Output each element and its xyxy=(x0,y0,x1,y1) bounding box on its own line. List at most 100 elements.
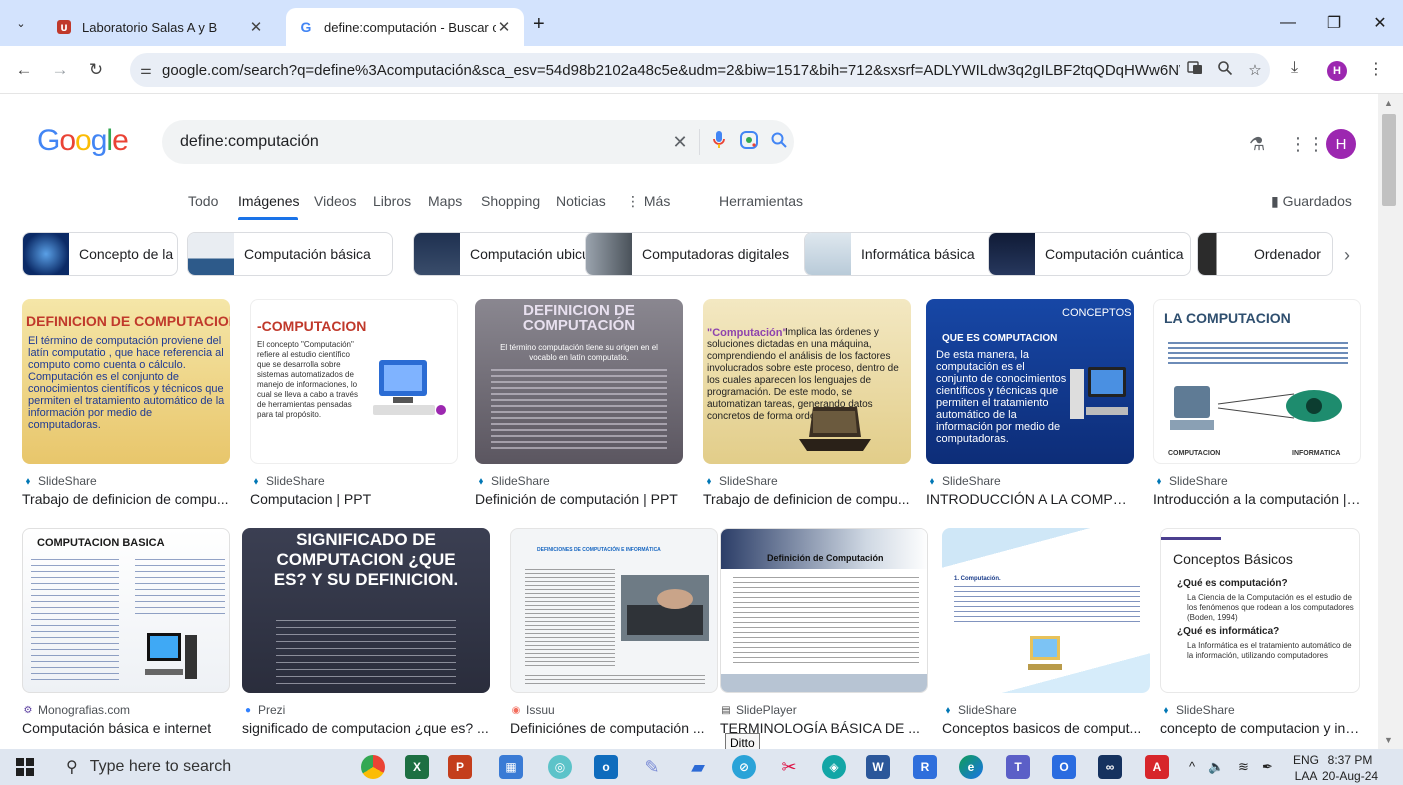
outlook-icon[interactable]: o xyxy=(594,755,618,779)
tab-mas[interactable]: ⋮ Más xyxy=(626,193,670,210)
tab-videos[interactable]: Videos xyxy=(314,193,357,209)
microphone-icon[interactable] xyxy=(704,130,734,155)
result-title[interactable]: concepto de computacion y inf... xyxy=(1160,720,1360,736)
zoom-icon[interactable] xyxy=(1210,60,1240,80)
result-title[interactable]: significado de computacion ¿que es? ... xyxy=(242,720,490,736)
image-result[interactable]: DEFINICIONES DE COMPUTACIÓN E INFORMÁTIC… xyxy=(510,528,718,736)
zoom-app-icon[interactable]: ∞ xyxy=(1098,755,1122,779)
address-bar[interactable]: ⚌ google.com/search?q=define%3Acomputaci… xyxy=(130,53,1270,87)
wifi-icon[interactable]: ≋ xyxy=(1238,759,1249,775)
result-title[interactable]: Trabajo de definicion de compu... xyxy=(22,491,230,507)
url-text[interactable]: google.com/search?q=define%3Acomputación… xyxy=(162,62,1180,79)
back-button[interactable]: ← xyxy=(14,60,34,80)
download-icon[interactable]: ⤓ xyxy=(1291,59,1298,77)
powerpoint-icon[interactable]: P xyxy=(448,755,472,779)
paint-icon[interactable]: ✎ xyxy=(640,755,664,779)
search-box[interactable]: define:computación ✕ xyxy=(162,120,794,164)
search-input[interactable]: define:computación xyxy=(180,133,665,151)
image-result[interactable]: DEFINICION DE COMPUTACION El término de … xyxy=(22,299,230,507)
word-icon[interactable]: W xyxy=(866,755,890,779)
tab-search-button[interactable]: ⌄ xyxy=(10,12,32,34)
tools-button[interactable]: Herramientas xyxy=(719,193,803,209)
tab-laboratorio[interactable]: U Laboratorio Salas A y B ✕ xyxy=(44,8,276,46)
labs-flask-icon[interactable]: ⚗ xyxy=(1249,134,1265,155)
outlook-2-icon[interactable]: O xyxy=(1052,755,1076,779)
result-title[interactable]: Computación básica e internet xyxy=(22,720,230,736)
result-title[interactable]: Computacion | PPT xyxy=(250,491,458,507)
menu-kebab-icon[interactable]: ⋮ xyxy=(1368,59,1384,79)
tab-imagenes[interactable]: Imágenes xyxy=(238,193,299,209)
account-avatar[interactable]: H xyxy=(1326,129,1356,159)
page-scrollbar[interactable]: ▲ ▼ xyxy=(1378,94,1403,749)
close-tab-icon[interactable]: ✕ xyxy=(496,18,512,36)
result-thumbnail[interactable]: DEFINICION DE COMPUTACIÓN El término com… xyxy=(475,299,683,464)
site-info-icon[interactable]: ⚌ xyxy=(130,62,162,78)
reload-button[interactable]: ↻ xyxy=(86,60,106,80)
result-title[interactable]: Introducción a la computación | ... xyxy=(1153,491,1361,507)
chip-computacion-basica[interactable]: Computación básica xyxy=(187,232,393,276)
new-tab-button[interactable]: + xyxy=(533,13,545,36)
result-thumbnail[interactable]: 1. Computación. xyxy=(942,528,1150,693)
result-thumbnail[interactable]: Definición de Computación xyxy=(720,528,928,693)
image-result[interactable]: "Computación" Implica las órdenes y solu… xyxy=(703,299,911,507)
result-thumbnail[interactable]: -COMPUTACION El concepto "Computación" r… xyxy=(250,299,458,464)
tab-noticias[interactable]: Noticias xyxy=(556,193,606,209)
scroll-up-icon[interactable]: ▲ xyxy=(1384,98,1393,108)
tab-libros[interactable]: Libros xyxy=(373,193,411,209)
image-result[interactable]: Conceptos Básicos ¿Qué es computación? L… xyxy=(1160,528,1360,736)
scroll-down-icon[interactable]: ▼ xyxy=(1384,735,1393,745)
result-title[interactable]: Definición de computación | PPT xyxy=(475,491,683,507)
pen-icon[interactable]: ▰ xyxy=(686,755,710,779)
result-title[interactable]: Trabajo de definicion de compu... xyxy=(703,491,911,507)
chip-computadoras-digitales[interactable]: Computadoras digitales xyxy=(585,232,816,276)
chat-icon[interactable]: ◎ xyxy=(548,755,572,779)
calendar-icon[interactable]: ▦ xyxy=(499,755,523,779)
excel-icon[interactable]: X xyxy=(405,755,429,779)
result-thumbnail[interactable]: LA COMPUTACION COMPUTACION INFORMATICA xyxy=(1153,299,1361,464)
teams-icon[interactable]: T xyxy=(1006,755,1030,779)
close-tab-icon[interactable]: ✕ xyxy=(248,18,264,36)
taskbar-search[interactable]: ⚲ Type here to search xyxy=(52,752,356,782)
language-indicator[interactable]: ENG LAA xyxy=(1293,752,1319,784)
result-title[interactable]: INTRODUCCIÓN A LA COMPU... xyxy=(926,491,1134,507)
result-thumbnail[interactable]: DEFINICION DE COMPUTACION El término de … xyxy=(22,299,230,464)
result-thumbnail[interactable]: "Computación" Implica las órdenes y solu… xyxy=(703,299,911,464)
chip-concepto[interactable]: Concepto de la xyxy=(22,232,178,276)
saved-button[interactable]: ▮ Guardados xyxy=(1271,193,1352,210)
chevron-right-icon[interactable]: › xyxy=(1344,245,1350,266)
profile-avatar[interactable]: H xyxy=(1327,61,1347,81)
search-icon[interactable] xyxy=(764,131,794,154)
result-thumbnail[interactable]: SIGNIFICADO DE COMPUTACION ¿QUE ES? Y SU… xyxy=(242,528,490,693)
bookmark-star-icon[interactable]: ☆ xyxy=(1240,61,1270,79)
tab-todo[interactable]: Todo xyxy=(188,193,218,209)
tray-overflow-icon[interactable]: ^ xyxy=(1189,759,1195,774)
image-result[interactable]: -COMPUTACION El concepto "Computación" r… xyxy=(250,299,458,507)
clock[interactable]: 8:37 PM 20-Aug-24 xyxy=(1322,752,1378,784)
result-thumbnail[interactable]: CONCEPTOS QUE ES COMPUTACION De esta man… xyxy=(926,299,1134,464)
image-result[interactable]: DEFINICION DE COMPUTACIÓN El término com… xyxy=(475,299,683,507)
result-thumbnail[interactable]: COMPUTACION BASICA xyxy=(22,528,230,693)
scrollbar-thumb[interactable] xyxy=(1382,114,1396,206)
result-thumbnail[interactable]: Conceptos Básicos ¿Qué es computación? L… xyxy=(1160,528,1360,693)
windows-start-icon[interactable] xyxy=(16,758,34,776)
forward-button[interactable]: → xyxy=(50,60,70,80)
close-window-icon[interactable]: ✕ xyxy=(1357,0,1403,46)
rstudio-icon[interactable]: R xyxy=(913,755,937,779)
clear-icon[interactable]: ✕ xyxy=(665,132,695,153)
tab-shopping[interactable]: Shopping xyxy=(481,193,540,209)
chip-ordenador[interactable]: Ordenador xyxy=(1197,232,1333,276)
pen-tray-icon[interactable]: ✒ xyxy=(1262,759,1273,775)
image-result[interactable]: 1. Computación. ⬧ SlideShare Conceptos ba… xyxy=(942,528,1150,736)
image-result[interactable]: COMPUTACION BASICA ⚙ Monografias.com Comp… xyxy=(22,528,230,736)
chip-computacion-ubicua[interactable]: Computación ubicua xyxy=(413,232,598,276)
result-thumbnail[interactable]: DEFINICIONES DE COMPUTACIÓN E INFORMÁTIC… xyxy=(510,528,718,693)
chrome-icon[interactable] xyxy=(361,755,385,779)
translate-icon[interactable] xyxy=(1180,60,1210,80)
image-result[interactable]: Definición de Computación ▤ SlidePlayer T… xyxy=(720,528,928,736)
result-title[interactable]: Definiciónes de computación ... xyxy=(510,720,718,736)
acrobat-icon[interactable]: A xyxy=(1145,755,1169,779)
minimize-icon[interactable]: — xyxy=(1265,0,1311,46)
network-app-icon[interactable]: ◈ xyxy=(822,755,846,779)
volume-icon[interactable]: 🔈 xyxy=(1208,759,1224,775)
chip-computacion-cuantica[interactable]: Computación cuántica xyxy=(988,232,1191,276)
